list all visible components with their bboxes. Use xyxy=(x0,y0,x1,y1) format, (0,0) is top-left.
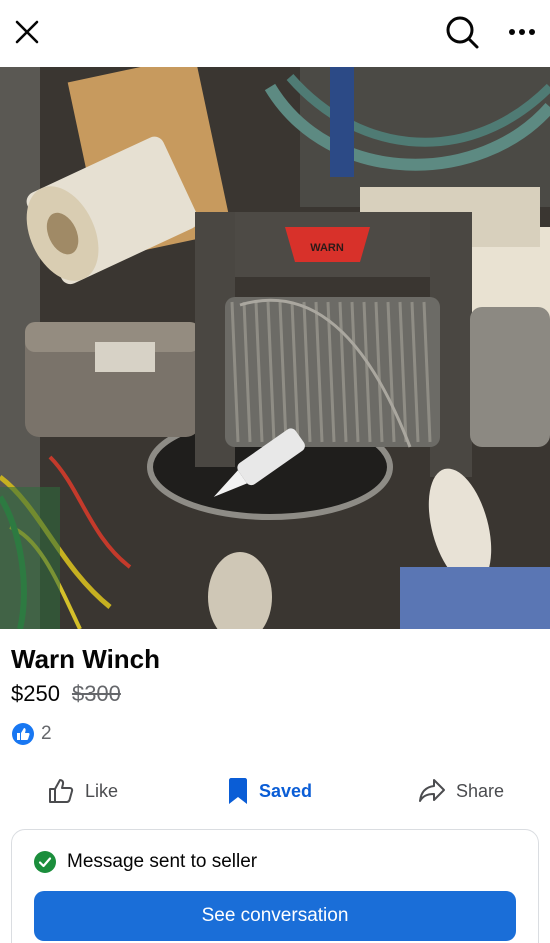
saved-label: Saved xyxy=(259,780,313,801)
like-label: Like xyxy=(85,780,119,801)
share-button[interactable]: Share xyxy=(418,770,504,812)
bookmark-icon xyxy=(229,778,247,804)
winch-photo-illustration: WARN xyxy=(0,67,550,629)
likes-summary[interactable]: 2 xyxy=(12,723,52,745)
saved-button[interactable]: Saved xyxy=(227,770,312,812)
see-conversation-button[interactable]: See conversation xyxy=(34,891,516,941)
action-bar: Like Saved Share xyxy=(0,770,550,812)
search-icon xyxy=(446,16,479,49)
price-original: $300 xyxy=(71,681,121,706)
listing-title: Warn Winch xyxy=(11,644,161,674)
like-button[interactable]: Like xyxy=(47,770,118,812)
share-icon xyxy=(419,779,445,802)
top-bar xyxy=(0,0,550,67)
likes-count: 2 xyxy=(41,723,52,744)
svg-text:WARN: WARN xyxy=(310,242,344,254)
share-label: Share xyxy=(456,780,505,801)
more-icon xyxy=(509,29,535,35)
message-status: Message sent to seller xyxy=(34,851,257,873)
thumbs-up-icon xyxy=(49,779,74,803)
close-icon xyxy=(15,20,39,44)
close-button[interactable] xyxy=(5,10,49,54)
message-status-text: Message sent to seller xyxy=(67,851,258,872)
price-current: $250 xyxy=(11,681,60,706)
more-options-button[interactable] xyxy=(500,10,544,54)
thumbs-up-badge-icon xyxy=(12,723,34,745)
listing-photo[interactable]: WARN xyxy=(0,67,550,629)
search-button[interactable] xyxy=(440,10,484,54)
message-card: Message sent to seller See conversation xyxy=(11,829,539,943)
price-row: $250 $300 xyxy=(11,681,121,707)
check-circle-icon xyxy=(34,851,56,873)
